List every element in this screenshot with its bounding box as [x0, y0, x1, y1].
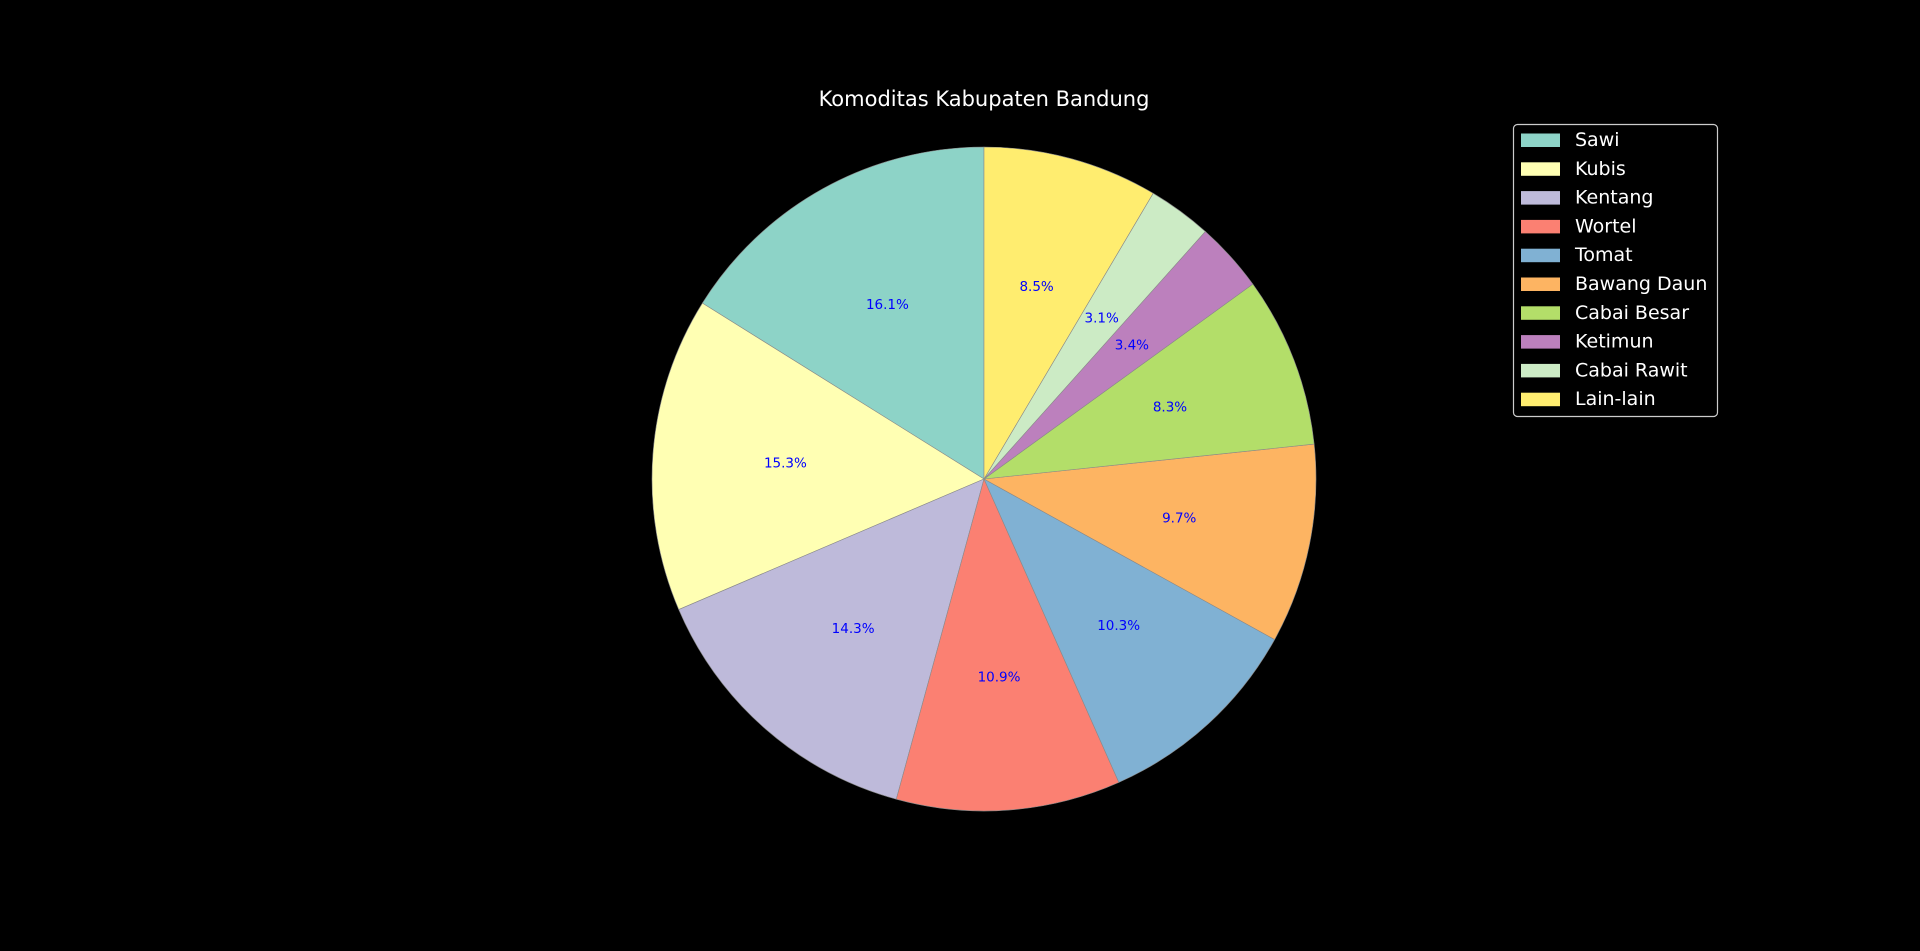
- legend-swatch-bawang-daun: [1521, 277, 1560, 291]
- legend-label-kubis: Kubis: [1575, 158, 1626, 180]
- percent-label-bawang-daun: 9.7%: [1162, 511, 1196, 527]
- legend: Sawi Kubis Kentang Wortel Tomat Bawang Daun Ca…: [1512, 123, 1719, 418]
- legend-swatch-cabai-besar: [1521, 306, 1560, 320]
- legend-swatch-cabai-rawit: [1521, 363, 1560, 378]
- percent-label-kentang: 14.3%: [832, 621, 875, 637]
- legend-swatch-lain-lain: [1521, 392, 1560, 407]
- chart-figure: Komoditas Kabupaten Bandung 16.1% 15.3% 14…: [0, 0, 1920, 951]
- percent-label-kubis: 15.3%: [764, 456, 807, 472]
- pie-chart: Komoditas Kabupaten Bandung 16.1% 15.3% 14…: [651, 87, 1719, 812]
- legend-label-cabai-besar: Cabai Besar: [1575, 302, 1689, 324]
- legend-swatch-wortel: [1521, 219, 1560, 234]
- percent-label-tomat: 10.3%: [1097, 618, 1140, 634]
- legend-swatch-kentang: [1521, 191, 1560, 205]
- legend-label-wortel: Wortel: [1575, 215, 1637, 237]
- percent-label-ketimun: 3.4%: [1115, 338, 1149, 354]
- legend-swatch-tomat: [1521, 248, 1560, 263]
- percent-label-lain-lain: 8.5%: [1019, 279, 1053, 295]
- legend-swatch-ketimun: [1521, 335, 1560, 349]
- percent-label-wortel: 10.9%: [978, 670, 1021, 686]
- percent-label-cabai-rawit: 3.1%: [1085, 310, 1119, 326]
- legend-label-bawang-daun: Bawang Daun: [1575, 273, 1707, 295]
- legend-label-cabai-rawit: Cabai Rawit: [1575, 359, 1688, 381]
- percent-label-sawi: 16.1%: [866, 297, 909, 313]
- legend-label-ketimun: Ketimun: [1575, 331, 1654, 353]
- percent-label-cabai-besar: 8.3%: [1153, 400, 1187, 416]
- legend-label-lain-lain: Lain-lain: [1575, 388, 1656, 410]
- legend-label-kentang: Kentang: [1575, 187, 1653, 209]
- pie-slices: [651, 146, 1317, 812]
- legend-swatch-kubis: [1521, 162, 1560, 176]
- legend-swatch-sawi: [1521, 133, 1560, 147]
- legend-label-sawi: Sawi: [1575, 129, 1620, 151]
- chart-title: Komoditas Kabupaten Bandung: [819, 87, 1150, 111]
- legend-label-tomat: Tomat: [1574, 244, 1633, 266]
